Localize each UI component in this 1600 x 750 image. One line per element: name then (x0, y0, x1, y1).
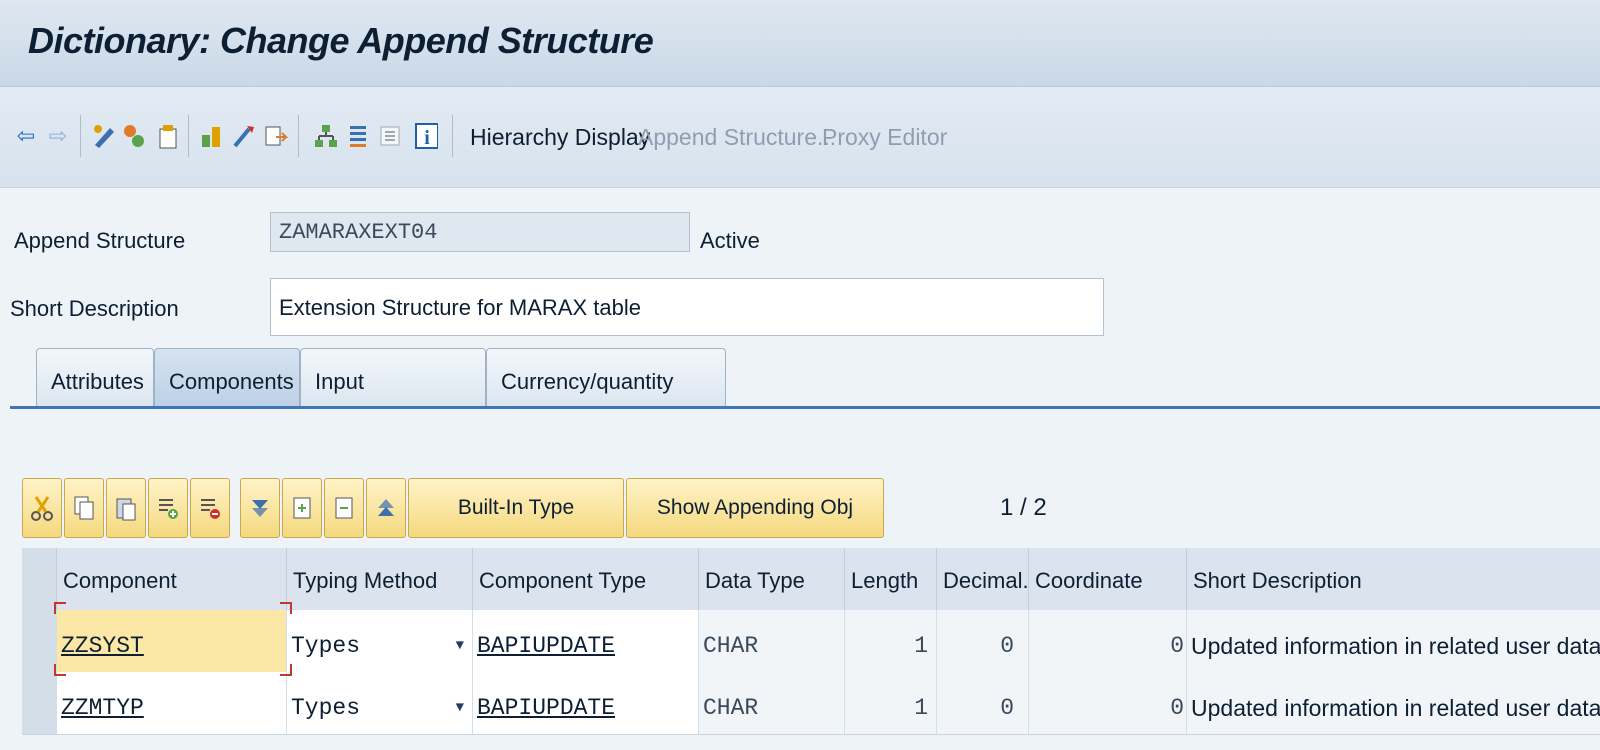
scroll-up-icon[interactable] (366, 478, 406, 538)
where-used-icon[interactable] (232, 122, 256, 150)
data-type-cell: CHAR (698, 610, 844, 672)
tab-input-help-check[interactable]: Input Help/Check (300, 348, 486, 460)
copy-icon[interactable] (64, 478, 104, 538)
table-row: ZZSYST Types ▼ BAPIUPDATE CHAR 1 0 0 Upd… (22, 610, 1600, 673)
svg-text:i: i (424, 127, 430, 149)
append-structure-label: Append Structure (14, 228, 186, 253)
select-all-cell[interactable] (22, 548, 57, 610)
forward-icon[interactable]: ⇨ (46, 122, 70, 150)
col-typing-method[interactable]: Typing Method (286, 548, 472, 610)
check-icon[interactable] (156, 122, 180, 150)
other-object-icon[interactable] (122, 122, 146, 150)
focus-corner (280, 602, 292, 614)
component-cell[interactable]: ZZSYST (56, 610, 286, 672)
component-cell[interactable]: ZZMTYP (56, 672, 286, 734)
paste-icon[interactable] (106, 478, 146, 538)
row-selector[interactable] (22, 610, 57, 672)
insert-row-icon[interactable] (148, 478, 188, 538)
chevron-down-icon[interactable]: ▼ (456, 610, 464, 672)
display-change-icon[interactable] (92, 122, 116, 150)
focus-corner (54, 602, 66, 614)
title-bar: Dictionary: Change Append Structure (0, 0, 1600, 87)
hierarchy-display-button[interactable]: Hierarchy Display (470, 124, 650, 151)
object-list-icon[interactable] (264, 122, 288, 150)
coordinate-cell: 0 (1028, 610, 1186, 672)
tab-strip: Attributes Components Input Help/Check C… (0, 348, 1600, 460)
tab-attributes[interactable]: Attributes (36, 348, 154, 406)
cut-icon[interactable] (22, 478, 62, 538)
short-description-cell: Updated information in related user data… (1186, 610, 1600, 672)
built-in-type-button[interactable]: Built-In Type (408, 478, 624, 538)
coordinate-cell: 0 (1028, 672, 1186, 734)
append-structure-field[interactable]: ZAMARAXEXT04 (270, 212, 690, 252)
col-short-description[interactable]: Short Description (1186, 548, 1600, 610)
decimals-cell: 0 (936, 610, 1028, 672)
col-component[interactable]: Component (56, 548, 286, 610)
component-type-cell[interactable]: BAPIUPDATE (472, 672, 698, 734)
col-component-type[interactable]: Component Type (472, 548, 698, 610)
short-description-cell: Updated information in related user data… (1186, 672, 1600, 734)
delete-row-icon[interactable] (190, 478, 230, 538)
focus-corner (280, 664, 292, 676)
toolbar-separator (80, 115, 81, 157)
page-indicator: 1 / 2 (1000, 494, 1047, 521)
row-selector[interactable] (22, 672, 57, 734)
table-row: ZZMTYP Types ▼ BAPIUPDATE CHAR 1 0 0 Upd… (22, 672, 1600, 735)
data-type-cell: CHAR (698, 672, 844, 734)
show-appending-obj-button[interactable]: Show Appending Obj (626, 478, 884, 538)
proxy-editor-button[interactable]: Proxy Editor (822, 124, 947, 151)
window-title: Dictionary: Change Append Structure (28, 20, 654, 61)
toolbar-separator (452, 115, 453, 157)
col-decimals[interactable]: Decimal... (936, 548, 1028, 610)
typing-method-cell[interactable]: Types ▼ (286, 610, 472, 672)
status-label: Active (700, 228, 760, 253)
decimals-cell: 0 (936, 672, 1028, 734)
length-cell: 1 (844, 610, 936, 672)
col-data-type[interactable]: Data Type (698, 548, 844, 610)
activate-icon[interactable] (200, 122, 224, 150)
typing-method-cell[interactable]: Types ▼ (286, 672, 472, 734)
documentation-icon[interactable] (378, 122, 402, 150)
short-description-label: Short Description (10, 296, 179, 321)
col-coordinate[interactable]: Coordinate (1028, 548, 1186, 610)
first-page-icon[interactable] (282, 478, 322, 538)
scroll-down-icon[interactable] (240, 478, 280, 538)
back-icon[interactable]: ⇦ (14, 122, 38, 150)
short-description-field[interactable]: Extension Structure for MARAX table (270, 278, 1104, 336)
focus-corner (54, 664, 66, 676)
typing-method-value: Types (291, 695, 361, 721)
components-table: Component Typing Method Component Type D… (22, 548, 1600, 750)
toolbar-separator (298, 115, 299, 157)
info-icon[interactable]: i (414, 122, 438, 150)
typing-method-value: Types (291, 633, 361, 659)
toolbar-separator (188, 115, 189, 157)
col-length[interactable]: Length (844, 548, 936, 610)
hierarchy-icon[interactable] (314, 122, 338, 150)
length-cell: 1 (844, 672, 936, 734)
component-type-cell[interactable]: BAPIUPDATE (472, 610, 698, 672)
navigation-icon[interactable] (346, 122, 370, 150)
append-structure-button[interactable]: Append Structure... (638, 124, 836, 151)
tab-components[interactable]: Components (154, 348, 300, 406)
last-page-icon[interactable] (324, 478, 364, 538)
table-header: Component Typing Method Component Type D… (22, 548, 1600, 611)
chevron-down-icon[interactable]: ▼ (456, 672, 464, 734)
tab-currency-quantity-fields[interactable]: Currency/quantity fields (486, 348, 726, 460)
